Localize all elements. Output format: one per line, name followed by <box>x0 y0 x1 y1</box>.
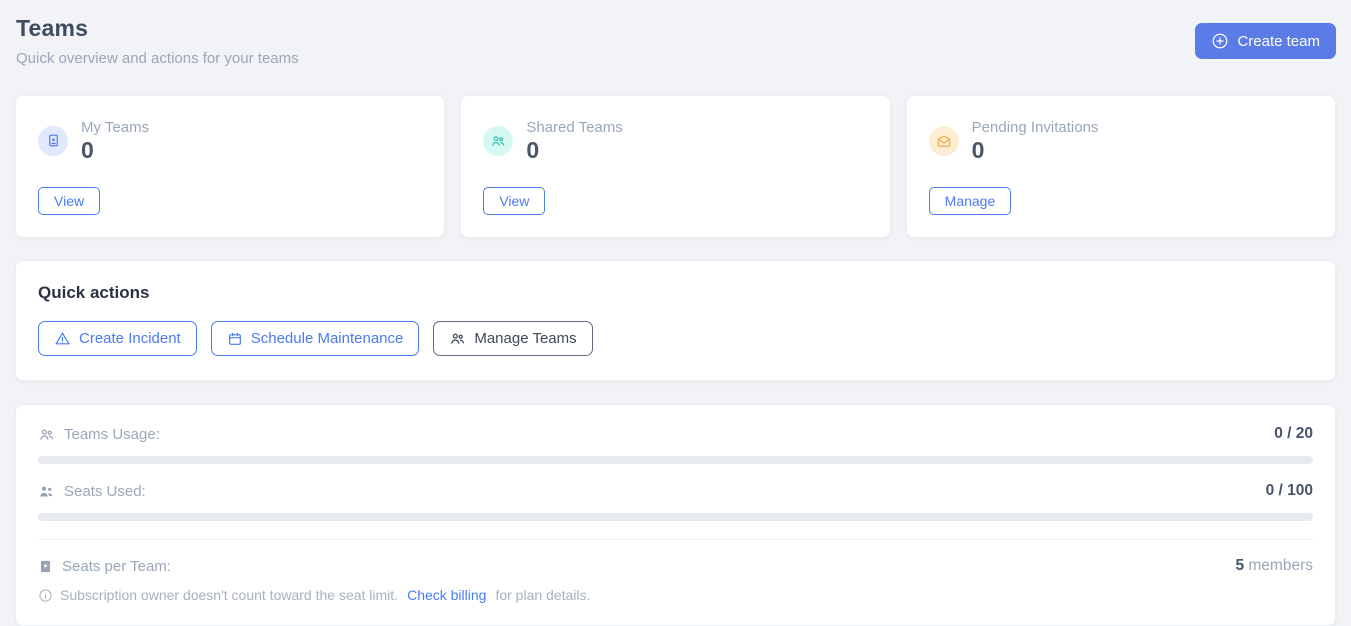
manage-invitations-button[interactable]: Manage <box>929 187 1012 215</box>
create-incident-button[interactable]: Create Incident <box>38 321 197 356</box>
envelope-icon <box>929 126 959 156</box>
calendar-icon <box>227 331 243 347</box>
teams-usage-label: Teams Usage: <box>64 426 160 443</box>
seats-per-team-row: Seats per Team: 5 members <box>38 557 1313 575</box>
seats-used-progressbar <box>38 513 1313 521</box>
page-title: Teams <box>16 15 299 42</box>
warning-triangle-icon <box>54 330 71 347</box>
view-shared-teams-button[interactable]: View <box>483 187 545 215</box>
usage-card: Teams Usage: 0 / 20 Seats Used: 0 / 100 <box>15 404 1336 626</box>
teams-usage-row: Teams Usage: 0 / 20 <box>38 425 1313 443</box>
teams-usage-value: 0 / 20 <box>1274 425 1313 443</box>
stat-value: 0 <box>81 139 149 162</box>
create-team-label: Create team <box>1237 33 1320 50</box>
teams-usage-progressbar <box>38 456 1313 464</box>
schedule-maintenance-button[interactable]: Schedule Maintenance <box>211 321 420 356</box>
plus-circle-icon <box>1211 32 1229 50</box>
stat-value: 0 <box>526 139 622 162</box>
page-heading-block: Teams Quick overview and actions for you… <box>16 15 299 67</box>
seats-used-row: Seats Used: 0 / 100 <box>38 482 1313 500</box>
stat-cards-row: My Teams 0 View Shared Teams 0 <box>15 95 1336 238</box>
stat-label: Pending Invitations <box>972 119 1099 136</box>
quick-actions-title: Quick actions <box>38 283 1313 303</box>
note-text: Subscription owner doesn't count toward … <box>60 587 398 603</box>
stat-label: My Teams <box>81 119 149 136</box>
quick-actions-card: Quick actions Create Incident Schedule M… <box>15 260 1336 381</box>
users-icon <box>449 330 466 347</box>
my-teams-card: My Teams 0 View <box>15 95 445 238</box>
user-group-outline-icon <box>38 426 55 443</box>
users-filled-icon <box>38 483 55 500</box>
seat-limit-note: Subscription owner doesn't count toward … <box>38 587 1313 603</box>
note-suffix: for plan details. <box>495 587 590 603</box>
seats-used-label: Seats Used: <box>64 483 146 500</box>
pending-invitations-card: Pending Invitations 0 Manage <box>906 95 1336 238</box>
stat-value: 0 <box>972 139 1099 162</box>
page-header: Teams Quick overview and actions for you… <box>0 0 1351 67</box>
view-my-teams-button[interactable]: View <box>38 187 100 215</box>
seats-per-team-value: 5 members <box>1235 557 1313 575</box>
stat-label: Shared Teams <box>526 119 622 136</box>
shared-teams-card: Shared Teams 0 View <box>460 95 890 238</box>
info-circle-icon <box>38 588 53 603</box>
id-badge-icon <box>38 126 68 156</box>
page-subtitle: Quick overview and actions for your team… <box>16 50 299 67</box>
check-billing-link[interactable]: Check billing <box>407 587 486 603</box>
id-badge-filled-icon <box>38 559 53 574</box>
users-icon <box>483 126 513 156</box>
seats-per-team-label: Seats per Team: <box>62 558 171 575</box>
seats-used-value: 0 / 100 <box>1266 482 1313 500</box>
divider <box>38 539 1313 540</box>
create-team-button[interactable]: Create team <box>1195 23 1336 59</box>
manage-teams-button[interactable]: Manage Teams <box>433 321 592 356</box>
